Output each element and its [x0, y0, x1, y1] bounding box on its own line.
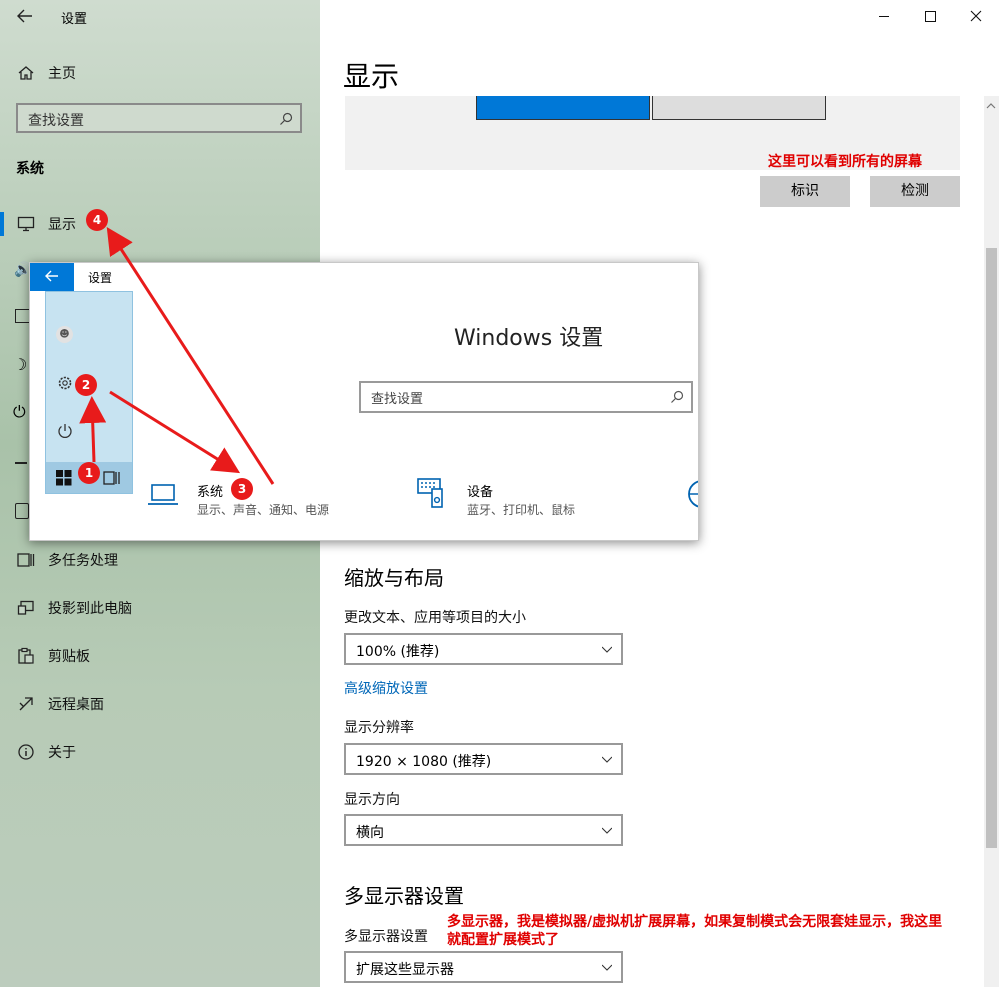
- page-title: 显示: [343, 60, 400, 93]
- resolution-dropdown[interactable]: 1920 × 1080 (推荐): [344, 743, 623, 775]
- window-title: 设置: [61, 12, 88, 27]
- devices-tile-subtitle: 蓝牙、打印机、鼠标: [467, 503, 576, 517]
- windows-logo-icon[interactable]: [56, 470, 72, 486]
- orientation-dropdown-value: 横向: [356, 825, 384, 841]
- info-icon: [18, 744, 34, 760]
- nav-item-label: 远程桌面: [48, 697, 104, 713]
- task-view-icon[interactable]: [103, 470, 121, 486]
- devices-tile[interactable]: 设备 蓝牙、打印机、鼠标: [413, 473, 623, 523]
- multitask-icon: [17, 553, 35, 567]
- multi-display-section-title: 多显示器设置: [344, 884, 464, 908]
- home-icon: [18, 66, 34, 80]
- size-dropdown-value: 100% (推荐): [356, 644, 440, 660]
- nav-item-label: 显示: [48, 217, 76, 233]
- back-button[interactable]: [12, 4, 38, 28]
- globe-icon: [688, 480, 698, 508]
- maximize-icon: [925, 11, 936, 22]
- step-badge-1: 1: [78, 462, 100, 484]
- nav-item-remote-desktop[interactable]: 远程桌面: [0, 686, 320, 722]
- back-arrow-icon: [17, 9, 32, 23]
- chevron-down-icon: [602, 964, 612, 971]
- chevron-down-icon: [602, 827, 612, 834]
- monitor-1-tile[interactable]: [476, 96, 650, 120]
- scrollbar-thumb[interactable]: [986, 248, 997, 848]
- monitor-2-tile[interactable]: [652, 96, 826, 120]
- nav-search-input[interactable]: 查找设置: [16, 103, 302, 133]
- scale-section-title: 缩放与布局: [344, 566, 444, 590]
- search-icon[interactable]: [279, 112, 293, 126]
- step-badge-4: 4: [86, 209, 108, 231]
- devices-tile-title: 设备: [467, 485, 494, 500]
- identify-button[interactable]: 标识: [760, 176, 850, 207]
- chevron-down-icon: [602, 646, 612, 653]
- clipboard-icon: [18, 647, 34, 664]
- overlay-search-placeholder: 查找设置: [371, 392, 424, 407]
- resolution-label: 显示分辨率: [344, 720, 414, 736]
- selected-indicator: [0, 212, 4, 236]
- windows-settings-overlay: 设置 ☻ Windows 设置 查找设置 系统 显示、声音、通知、电源 设备 蓝…: [29, 262, 699, 541]
- gear-icon[interactable]: [56, 374, 74, 392]
- minimize-button[interactable]: [868, 4, 900, 28]
- nav-item-project[interactable]: 投影到此电脑: [0, 590, 320, 626]
- nav-section-heading: 系统: [16, 161, 44, 177]
- multi-display-annotation-line2: 就配置扩展模式了: [447, 932, 559, 948]
- scroll-up-icon[interactable]: [986, 102, 996, 110]
- system-tile-title: 系统: [197, 485, 224, 500]
- minimize-icon: [879, 16, 889, 17]
- search-icon[interactable]: [670, 390, 684, 404]
- remote-desktop-icon: [19, 697, 33, 711]
- nav-item-label: 关于: [48, 745, 76, 761]
- close-button[interactable]: [960, 4, 992, 28]
- overlay-search-input[interactable]: 查找设置: [359, 381, 693, 413]
- size-label: 更改文本、应用等项目的大小: [344, 610, 526, 626]
- nav-item-multitask[interactable]: 多任务处理: [0, 542, 320, 578]
- power-icon: ⏻: [13, 402, 26, 421]
- overlay-back-button[interactable]: [30, 263, 74, 291]
- detect-button[interactable]: 检测: [870, 176, 960, 207]
- project-icon: [17, 600, 34, 615]
- step-badge-3: 3: [231, 478, 253, 500]
- nav-home-label: 主页: [48, 66, 76, 82]
- overlay-title: 设置: [88, 271, 113, 285]
- monitor-icon: [17, 216, 35, 232]
- orientation-dropdown[interactable]: 横向: [344, 814, 623, 846]
- resolution-dropdown-value: 1920 × 1080 (推荐): [356, 754, 492, 770]
- maximize-button[interactable]: [914, 4, 946, 28]
- multi-display-dropdown[interactable]: 扩展这些显示器: [344, 951, 623, 983]
- close-icon: [970, 10, 982, 22]
- storage-icon: [15, 462, 27, 464]
- scrollbar[interactable]: [984, 96, 999, 987]
- nav-item-label: 剪贴板: [48, 649, 90, 665]
- laptop-icon: [148, 484, 178, 505]
- step-badge-2: 2: [75, 374, 97, 396]
- devices-icon: [417, 478, 443, 508]
- power-icon[interactable]: [56, 422, 74, 440]
- overlay-heading: Windows 设置: [454, 326, 604, 351]
- focus-icon: ☽: [13, 355, 28, 374]
- orientation-label: 显示方向: [344, 792, 400, 808]
- nav-item-clipboard[interactable]: 剪贴板: [0, 638, 320, 674]
- system-tile-subtitle: 显示、声音、通知、电源: [197, 503, 330, 517]
- nav-item-about[interactable]: 关于: [0, 734, 320, 770]
- nav-item-label: 多任务处理: [48, 553, 118, 569]
- nav-item-label: 投影到此电脑: [48, 601, 132, 617]
- tablet-icon: [15, 503, 29, 519]
- multi-display-label: 多显示器设置: [344, 929, 428, 945]
- size-dropdown[interactable]: 100% (推荐): [344, 633, 623, 665]
- back-arrow-icon: [45, 270, 58, 282]
- multi-display-dropdown-value: 扩展这些显示器: [356, 962, 454, 978]
- nav-home[interactable]: 主页: [0, 55, 320, 91]
- advanced-scaling-link[interactable]: 高级缩放设置: [344, 678, 428, 698]
- chevron-down-icon: [602, 756, 612, 763]
- nav-search-placeholder: 查找设置: [28, 113, 84, 129]
- multi-display-annotation-line1: 多显示器，我是模拟器/虚拟机扩展屏幕，如果复制模式会无限套娃显示，我这里: [447, 914, 943, 930]
- user-avatar-icon[interactable]: ☻: [56, 326, 73, 343]
- arrangement-annotation: 这里可以看到所有的屏幕: [768, 154, 922, 170]
- nav-item-display[interactable]: 显示: [0, 206, 320, 242]
